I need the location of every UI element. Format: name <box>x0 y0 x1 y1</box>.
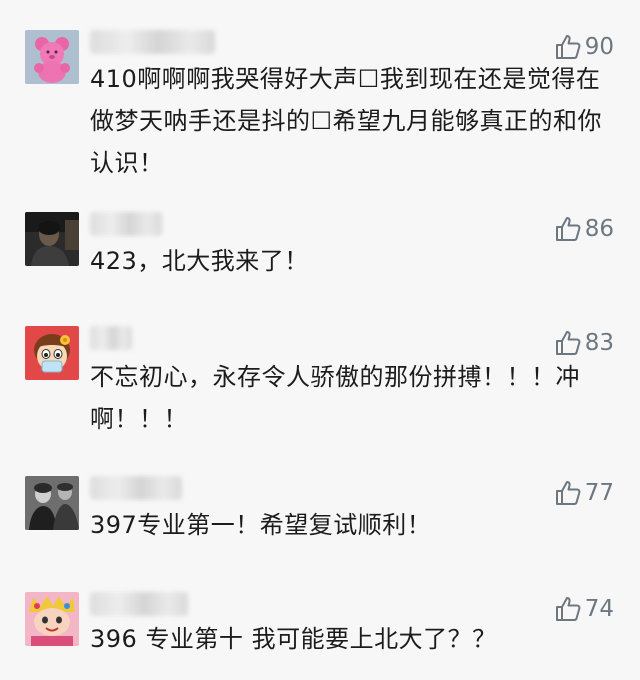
like-count: 83 <box>584 330 614 356</box>
username-blurred[interactable] <box>90 326 132 350</box>
thumbs-up-icon <box>555 217 581 241</box>
comment-text: 不忘初心，永存令人骄傲的那份拼搏！！！冲啊！！！ <box>90 363 580 433</box>
comment-text: 397专业第一！希望复试顺利！ <box>90 511 432 539</box>
like-count: 77 <box>584 480 614 506</box>
user-avatar[interactable] <box>25 212 79 266</box>
pink-teddy-bear-icon <box>25 30 79 84</box>
user-avatar[interactable] <box>25 476 79 530</box>
like-button[interactable]: 83 <box>554 326 614 360</box>
username-blurred[interactable] <box>90 30 215 54</box>
thumbs-up-icon <box>555 35 581 59</box>
thumbs-up-icon <box>555 331 581 355</box>
username-blurred[interactable] <box>90 212 162 236</box>
cartoon-girl-mask-icon <box>25 326 79 380</box>
username-blurred[interactable] <box>90 592 188 616</box>
comment-text: 396 专业第十 我可能要上北大了？？ <box>90 625 497 653</box>
comment-text: 410啊啊啊我哭得好大声☐我到现在还是觉得在做梦天呐手还是抖的☐希望九月能够真正… <box>90 65 603 177</box>
thumbs-up-icon <box>555 481 581 505</box>
user-avatar[interactable] <box>25 592 79 646</box>
dark-portrait-icon <box>25 212 79 266</box>
username-blurred[interactable] <box>90 476 182 500</box>
black-white-movie-still-icon <box>25 476 79 530</box>
comment-list: 90 410啊啊啊我哭得好大声☐我到现在还是觉得在做梦天呐手还是抖的☐希望九月能… <box>0 0 640 680</box>
like-count: 86 <box>584 216 614 242</box>
cartoon-character-icon <box>25 592 79 646</box>
like-count: 90 <box>584 34 614 60</box>
user-avatar[interactable] <box>25 326 79 380</box>
user-avatar[interactable] <box>25 30 79 84</box>
comment-text: 423，北大我来了！ <box>90 247 309 275</box>
